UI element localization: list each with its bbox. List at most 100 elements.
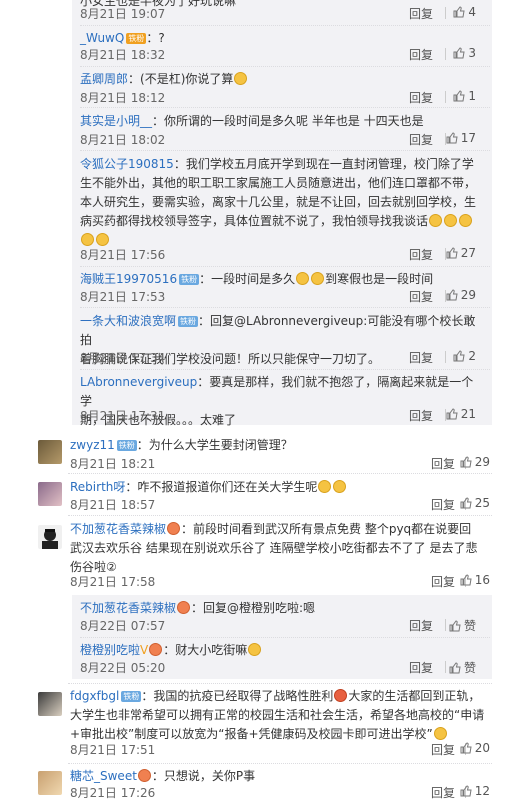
- timestamp: 8月21日 18:02: [80, 133, 166, 147]
- reply-button[interactable]: 回复: [409, 46, 433, 63]
- like-button[interactable]: 12: [460, 784, 490, 798]
- reply-username[interactable]: 橙橙别吃啦: [80, 643, 140, 657]
- reply-button[interactable]: 回复: [431, 455, 455, 472]
- reply-content: 到寒假也是一段时间: [325, 272, 434, 286]
- thumbs-up-icon: [460, 742, 472, 754]
- timestamp: 8月21日 18:21: [70, 457, 156, 471]
- like-button[interactable]: 16: [460, 573, 490, 587]
- like-button[interactable]: 17: [446, 131, 476, 145]
- like-button[interactable]: 20: [460, 741, 490, 755]
- reply-username[interactable]: 一条大和波浪宽啊: [80, 314, 176, 328]
- avatar[interactable]: [38, 482, 62, 506]
- reply-username[interactable]: 孟卿周郎: [80, 72, 128, 86]
- comment-content-line: 大学生也非常希望可以拥有正常的校园生活和社会生活，希望各地高校的“申请: [70, 708, 485, 722]
- avatar-image: [42, 529, 58, 549]
- avatar[interactable]: [38, 525, 62, 549]
- avatar[interactable]: [38, 771, 62, 795]
- vip-mark-icon: V: [140, 643, 149, 657]
- emoji-icon: [311, 272, 325, 285]
- timestamp: 8月21日 17:26: [70, 786, 156, 800]
- thumbs-up-icon: [446, 408, 458, 420]
- reply-button[interactable]: 回复: [409, 349, 433, 366]
- reply-item: 不加葱花香菜辣椒 ：回复@橙橙别吃啦:嗯 8月22日 07:57 回复 赞: [72, 599, 492, 635]
- like-button[interactable]: 2: [453, 349, 476, 363]
- vip-icon: [137, 769, 151, 782]
- reply-button[interactable]: 回复: [409, 89, 433, 106]
- reply-username[interactable]: 海贼王19970516: [80, 272, 177, 286]
- reply-button[interactable]: 回复: [431, 784, 455, 801]
- like-button[interactable]: 3: [453, 46, 476, 60]
- like-button[interactable]: 1: [453, 89, 476, 103]
- reply-username[interactable]: _WuwQ: [80, 31, 124, 45]
- reply-button[interactable]: 回复: [409, 659, 433, 676]
- emoji-icon: [334, 689, 348, 702]
- reply-meta: 8月21日 19:07 回复 4: [80, 5, 490, 23]
- comment-content-line: 武汉去欢乐谷 结果现在别说欢乐谷了 连隔壁学校小吃街都去不了了 是去了悲: [70, 541, 478, 555]
- reply-username[interactable]: LAbronnevergiveup: [80, 375, 197, 389]
- emoji-icon: [81, 233, 94, 246]
- thumbs-up-icon: [460, 785, 472, 797]
- reply-text: 孟卿周郎：(不是杠)你说了算: [80, 70, 480, 89]
- comment-text: 不加葱花香菜辣椒 ：前段时间看到武汉所有景点免费 整个pyq都在说要回 武汉去欢乐…: [70, 520, 490, 577]
- comment-content-line: +审批出校”制度可以放宽为“报备+凭健康码及校园卡即可进出学校”: [70, 727, 433, 741]
- reply-username[interactable]: 不加葱花香菜辣椒: [80, 601, 176, 615]
- like-button[interactable]: 赞: [449, 617, 476, 634]
- reply-item: 令狐公子190815：我们学校五月底开学到现在一直封闭管理，校门除了学 生不能外…: [72, 155, 492, 263]
- timestamp: 8月21日 18:12: [80, 91, 166, 105]
- avatar[interactable]: [38, 440, 62, 464]
- emoji-icon: [429, 214, 443, 227]
- timestamp: 8月21日 17:56: [80, 248, 166, 262]
- like-button[interactable]: 27: [446, 246, 476, 260]
- reply-button[interactable]: 回复: [409, 407, 433, 424]
- reply-button[interactable]: 回复: [431, 741, 455, 758]
- reply-button[interactable]: 回复: [409, 246, 433, 263]
- vip-icon: [149, 643, 163, 656]
- avatar[interactable]: [38, 692, 62, 716]
- reply-button[interactable]: 回复: [409, 288, 433, 305]
- reply-button[interactable]: 回复: [409, 5, 433, 22]
- comment-meta: 8月21日 17:51 回复 20: [70, 741, 490, 759]
- emoji-icon: [296, 272, 310, 285]
- comment-username[interactable]: Rebirth呀: [70, 480, 125, 494]
- emoji-icon: [234, 72, 248, 85]
- comment-meta: 8月21日 17:58 回复 16: [70, 573, 490, 591]
- like-button[interactable]: 4: [453, 5, 476, 19]
- reply-button[interactable]: 回复: [431, 496, 455, 513]
- like-button[interactable]: 29: [446, 288, 476, 302]
- thumbs-up-icon: [446, 289, 458, 301]
- like-button[interactable]: 29: [460, 455, 490, 469]
- comment-content: ：只想说，关你P事: [151, 769, 256, 783]
- reply-text: 不加葱花香菜辣椒 ：回复@橙橙别吃啦:嗯: [80, 599, 480, 618]
- comment-username[interactable]: zwyz11: [70, 438, 115, 452]
- timestamp: 8月21日 17:51: [70, 743, 156, 757]
- timestamp: 8月22日 07:57: [80, 619, 166, 633]
- reply-content: ：?: [146, 31, 165, 45]
- reply-username[interactable]: 其实是小明__: [80, 114, 152, 128]
- comment-content: ：咋不报道报道你们还在关大学生呢: [125, 480, 318, 494]
- reply-content: ：回复@橙橙别吃啦:嗯: [191, 601, 316, 615]
- comment-username[interactable]: fdgxfbgl: [70, 689, 119, 703]
- comment-text: zwyz11 铁粉 ：为什么大学生要封闭管理？: [70, 436, 490, 455]
- reply-username[interactable]: 令狐公子190815: [80, 157, 174, 171]
- reply-item: 一条大和波浪宽啊 铁粉 ：回复@LAbronnevergiveup:可能没有哪个校长…: [72, 312, 492, 366]
- comment-item: 不加葱花香菜辣椒 ：前段时间看到武汉所有景点免费 整个pyq都在说要回 武汉去欢乐…: [0, 520, 515, 592]
- reply-meta: 8月21日 17:56 回复 27: [80, 246, 490, 264]
- like-button[interactable]: 赞: [449, 659, 476, 676]
- reply-button[interactable]: 回复: [431, 573, 455, 590]
- reply-content: ：(不是杠)你说了算: [128, 72, 234, 86]
- reply-button[interactable]: 回复: [409, 617, 433, 634]
- reply-item: _WuwQ 铁粉：? 8月21日 18:32 回复 3: [72, 29, 492, 65]
- comment-username[interactable]: 糖芯_Sweet: [70, 769, 137, 783]
- comment-item: Rebirth呀：咋不报道报道你们还在关大学生呢 8月21日 18:57 回复 …: [0, 478, 515, 516]
- reply-meta: 8月22日 07:57 回复 赞: [80, 617, 490, 635]
- comment-username[interactable]: 不加葱花香菜辣椒: [70, 522, 166, 536]
- vip-icon: [167, 522, 181, 535]
- like-button[interactable]: 25: [460, 496, 490, 510]
- timestamp: 8月22日 05:20: [80, 661, 166, 675]
- comment-meta: 8月21日 17:26 回复 12: [70, 784, 490, 802]
- like-button[interactable]: 21: [446, 407, 476, 421]
- reply-button[interactable]: 回复: [409, 131, 433, 148]
- reply-meta: 8月21日 18:12 回复 1: [80, 89, 490, 107]
- emoji-icon: [96, 233, 109, 246]
- reply-meta: 8月21日 17:34 回复 2: [80, 349, 490, 367]
